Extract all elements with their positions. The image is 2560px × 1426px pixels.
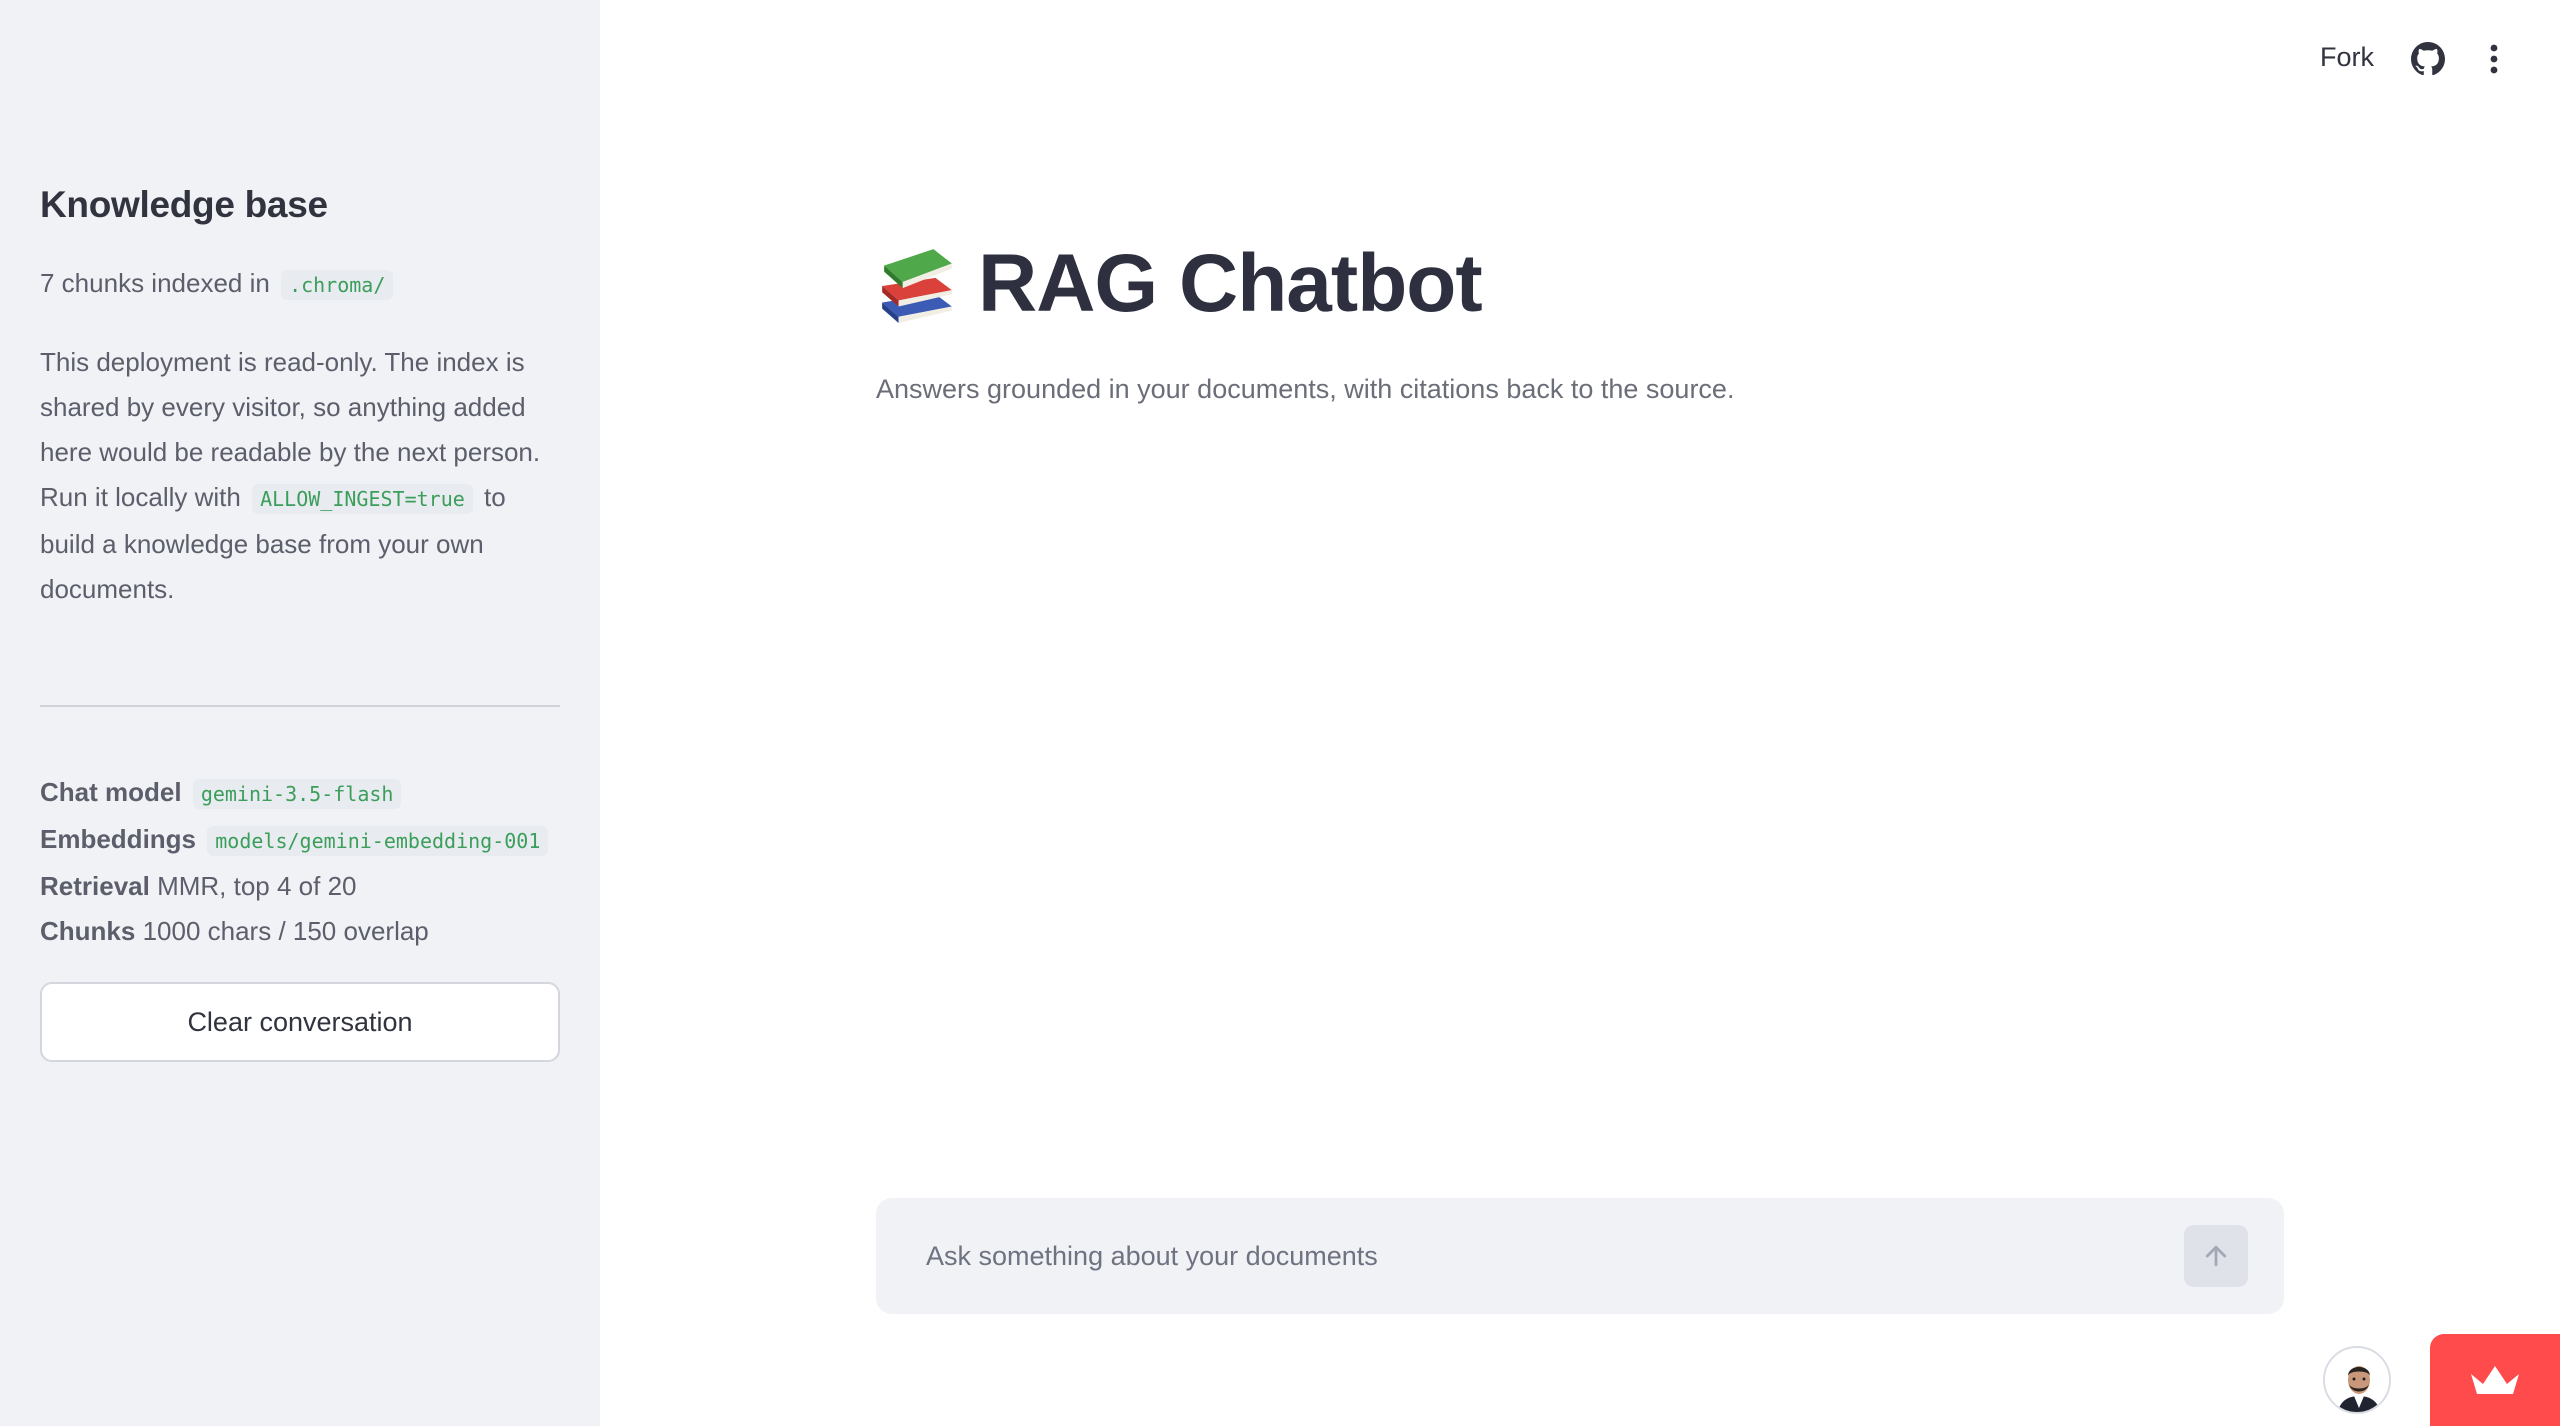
index-count: 7 chunks indexed in .chroma/	[40, 268, 397, 300]
arrow-up-icon	[2205, 1245, 2227, 1267]
config-list: Chat model gemini-3.5-flash Embeddings m…	[40, 770, 580, 954]
books-icon	[882, 249, 952, 323]
config-retrieval: Retrieval MMR, top 4 of 20	[40, 864, 580, 909]
index-path-code: .chroma/	[281, 270, 394, 300]
clear-conversation-button[interactable]: Clear conversation	[40, 982, 560, 1062]
config-embeddings: Embeddings models/gemini-embedding-001	[40, 817, 580, 864]
avatar[interactable]	[2323, 1346, 2391, 1414]
config-value: MMR, top 4 of 20	[157, 871, 357, 901]
page-subtitle: Answers grounded in your documents, with…	[876, 374, 1735, 404]
config-label: Chunks	[40, 916, 136, 946]
ingest-flag-code: ALLOW_INGEST=true	[252, 484, 473, 514]
user-avatar-icon	[2325, 1348, 2389, 1412]
config-value: 1000 chars / 150 overlap	[142, 916, 429, 946]
streamlit-badge[interactable]	[2430, 1334, 2560, 1426]
config-value-code: models/gemini-embedding-001	[207, 826, 549, 856]
app-root: Knowledge base 7 chunks indexed in .chro…	[0, 0, 2560, 1426]
github-icon[interactable]	[2411, 42, 2445, 76]
more-vertical-icon[interactable]	[2482, 42, 2506, 76]
send-button[interactable]	[2184, 1225, 2248, 1287]
index-count-text: 7 chunks indexed in	[40, 268, 270, 298]
sidebar-title: Knowledge base	[40, 184, 328, 225]
config-chunks: Chunks 1000 chars / 150 overlap	[40, 909, 580, 954]
chat-input-container	[876, 1198, 2284, 1314]
config-label: Embeddings	[40, 824, 197, 854]
chat-input[interactable]	[926, 1198, 2126, 1314]
sidebar: Knowledge base 7 chunks indexed in .chro…	[0, 0, 600, 1426]
config-label: Chat model	[40, 777, 182, 807]
config-chat-model: Chat model gemini-3.5-flash	[40, 770, 580, 817]
config-label: Retrieval	[40, 871, 150, 901]
read-only-note: This deployment is read-only. The index …	[40, 340, 560, 612]
page-title: RAG Chatbot	[978, 238, 1483, 329]
sidebar-divider	[40, 705, 560, 707]
config-value-code: gemini-3.5-flash	[192, 779, 402, 809]
page-header: RAG Chatbot	[876, 232, 1483, 336]
crown-icon	[2471, 1366, 2519, 1394]
fork-button[interactable]: Fork	[2320, 42, 2374, 73]
